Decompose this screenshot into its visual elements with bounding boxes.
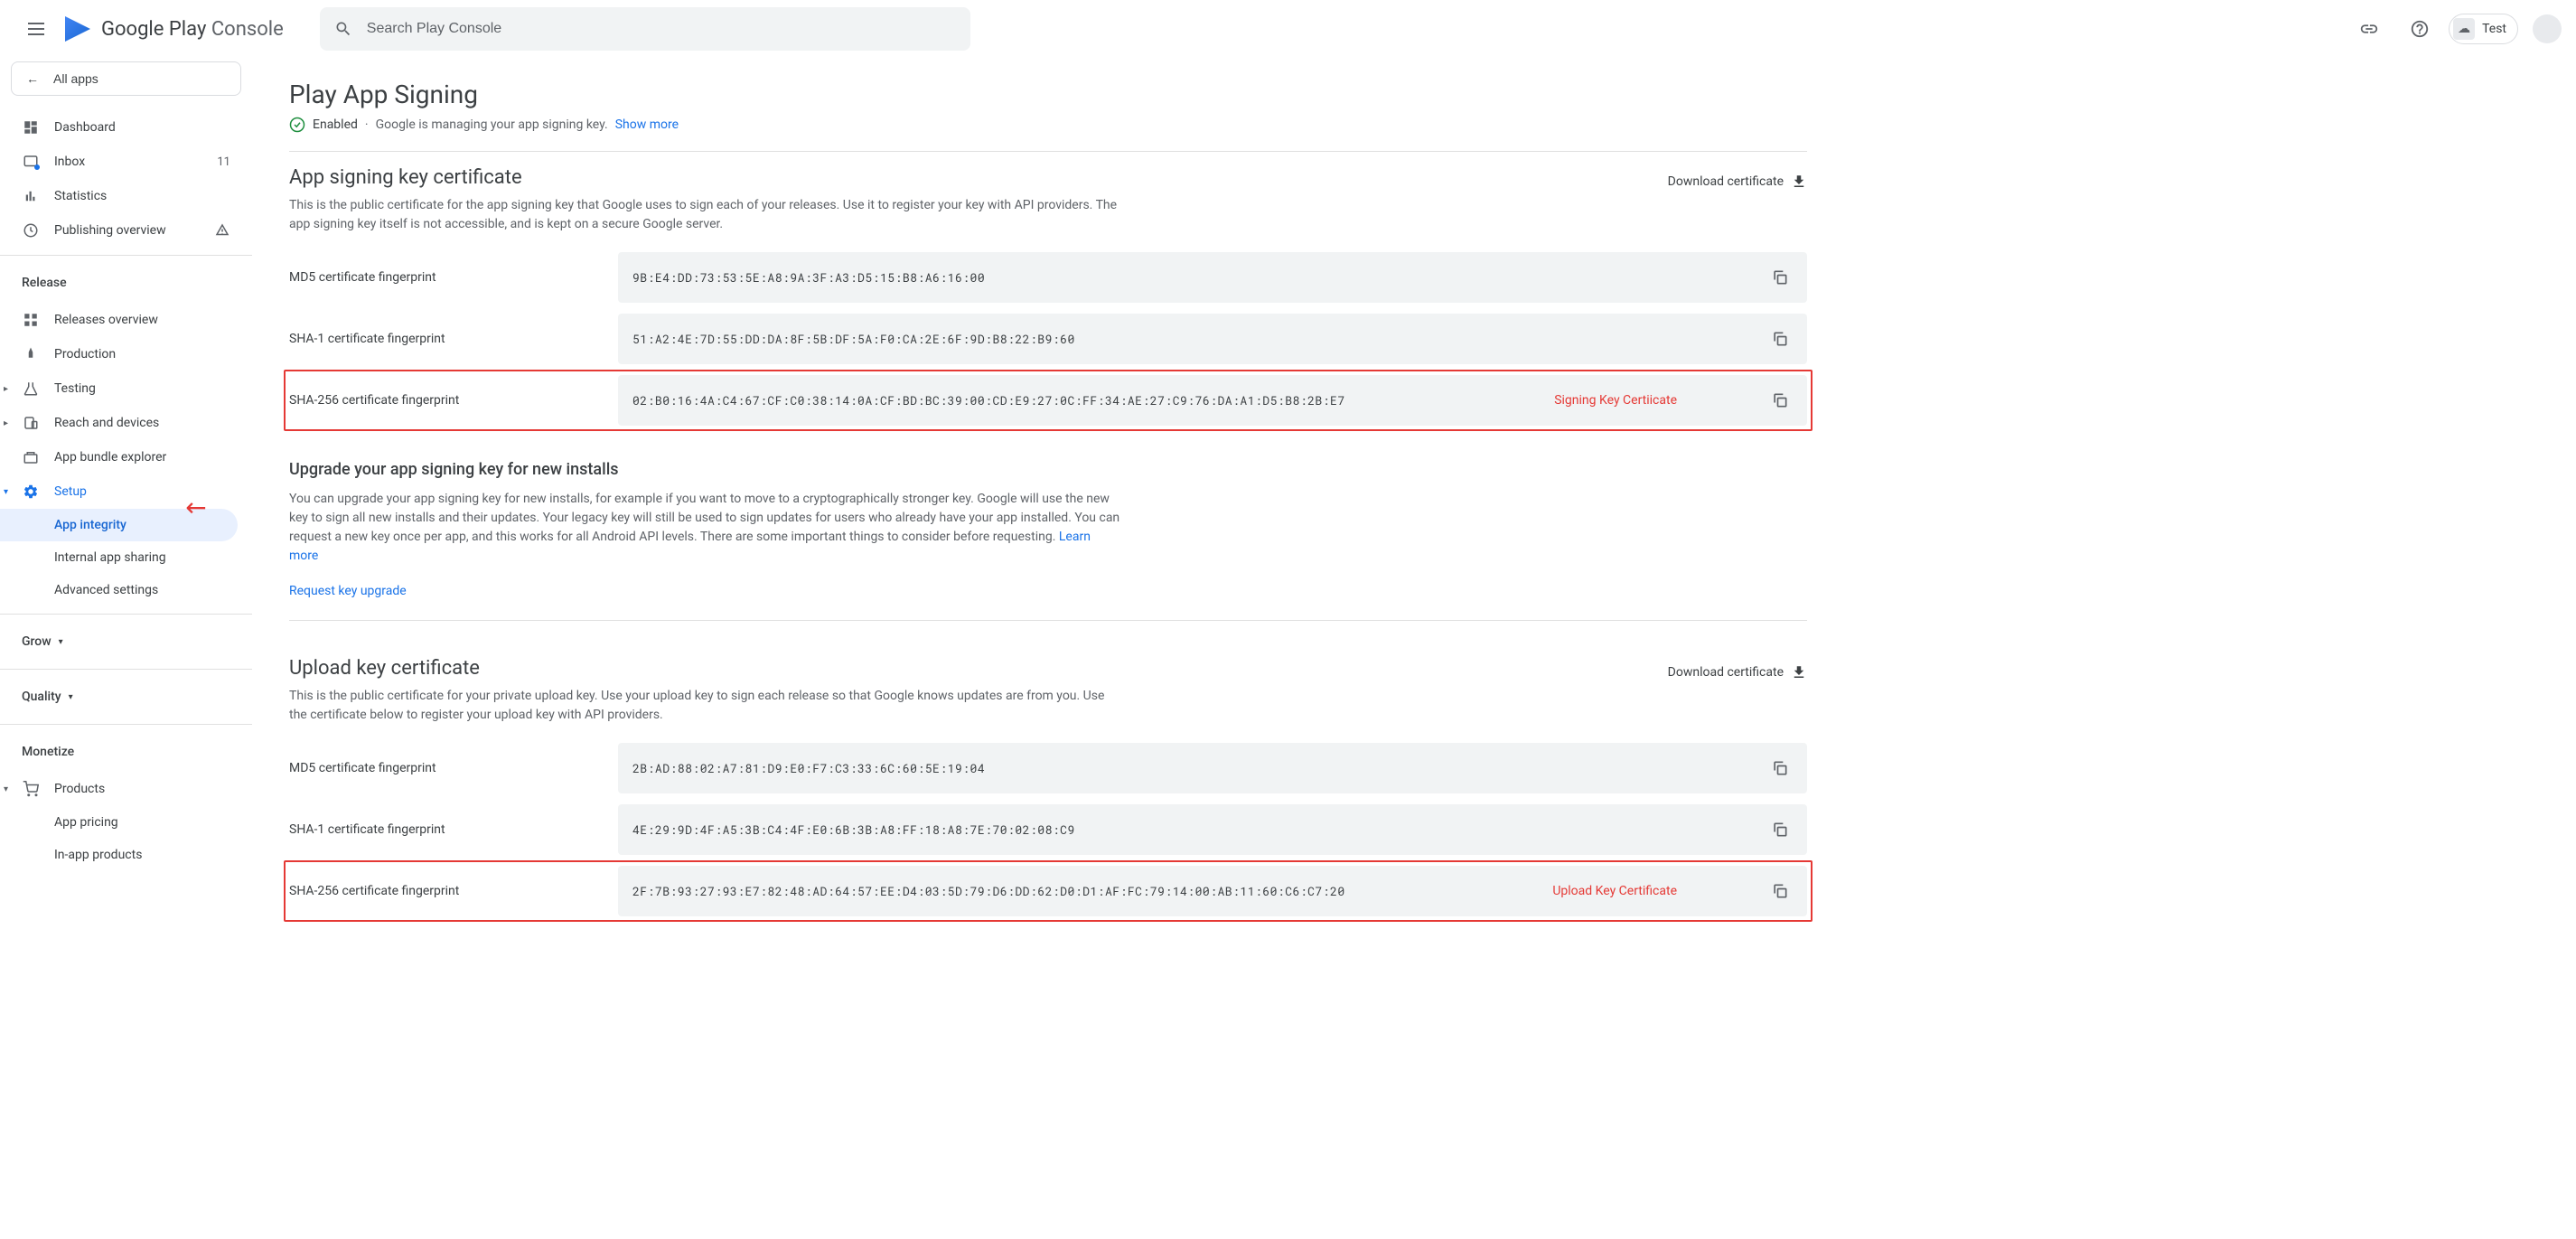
rocket-icon [22, 346, 40, 362]
search-box[interactable] [320, 7, 970, 51]
request-upgrade-link[interactable]: Request key upgrade [289, 584, 1807, 598]
flask-icon [22, 380, 40, 397]
search-icon [334, 20, 352, 38]
chevron-down-icon: ▾ [59, 637, 63, 647]
app-selector[interactable]: ☁ Test [2449, 14, 2518, 44]
chevron-down-icon: ▾ [4, 784, 8, 794]
md5-row: MD5 certificate fingerprint 9B:E4:DD:73:… [289, 252, 1807, 303]
back-all-apps[interactable]: ← All apps [11, 61, 241, 96]
sidebar-item-testing[interactable]: ▸ Testing [0, 371, 252, 406]
play-icon [65, 16, 90, 42]
sidebar-item-releases-overview[interactable]: Releases overview [0, 303, 252, 337]
dashboard-icon [22, 119, 40, 136]
copy-button[interactable] [1767, 817, 1793, 842]
sidebar-item-production[interactable]: Production [0, 337, 252, 371]
menu-icon [28, 23, 44, 35]
upload-highlight: SHA-256 certificate fingerprint 2F:7B:93… [284, 860, 1813, 922]
upload-cert-title: Upload key certificate [289, 657, 1120, 680]
notification-dot [34, 164, 40, 170]
copy-button[interactable] [1767, 878, 1793, 904]
warning-icon [214, 222, 230, 239]
upload-sha1-row: SHA-1 certificate fingerprint 4E:29:9D:4… [289, 804, 1807, 855]
bundle-icon [22, 449, 40, 465]
status-desc: Google is managing your app signing key. [376, 117, 608, 132]
link-icon-button[interactable] [2347, 7, 2391, 51]
signing-cert-desc: This is the public certificate for the a… [289, 196, 1120, 234]
cart-icon [22, 781, 40, 797]
show-more-link[interactable]: Show more [615, 117, 679, 132]
publishing-icon [22, 222, 40, 239]
sidebar-item-internal-sharing[interactable]: Internal app sharing [0, 541, 238, 574]
signing-annotation: Signing Key Certiicate [1554, 393, 1677, 408]
menu-button[interactable] [14, 7, 58, 51]
chevron-down-icon: ▾ [4, 487, 8, 497]
sidebar-item-bundle[interactable]: App bundle explorer [0, 440, 252, 474]
upload-sha256-value: 2F:7B:93:27:93:E7:82:48:AD:64:57:EE:D4:0… [632, 883, 1552, 899]
status-enabled: Enabled [313, 117, 358, 132]
logo[interactable]: Google Play Console [65, 16, 284, 42]
md5-value: 9B:E4:DD:73:53:5E:A8:9A:3F:A3:D5:15:B8:A… [632, 269, 1767, 286]
upgrade-title: Upgrade your app signing key for new ins… [289, 460, 1807, 479]
upgrade-desc: You can upgrade your app signing key for… [289, 490, 1120, 566]
search-input[interactable] [367, 21, 956, 37]
chevron-right-icon: ▸ [4, 418, 8, 428]
sidebar-item-advanced[interactable]: Advanced settings [0, 574, 238, 606]
sidebar: ← All apps Dashboard Inbox 11 Statistics… [0, 58, 253, 963]
upload-annotation: Upload Key Certificate [1552, 884, 1677, 898]
chevron-down-icon: ▾ [69, 692, 73, 702]
help-icon-button[interactable] [2398, 7, 2441, 51]
upload-sha1-value: 4E:29:9D:4F:A5:3B:C4:4F:E0:6B:3B:A8:FF:1… [632, 821, 1767, 838]
gear-icon [22, 483, 40, 500]
devices-icon [22, 415, 40, 431]
signing-highlight: SHA-256 certificate fingerprint 02:B0:16… [284, 370, 1813, 431]
sidebar-section-quality[interactable]: Quality ▾ [0, 677, 252, 717]
sha1-row: SHA-1 certificate fingerprint 51:A2:4E:7… [289, 314, 1807, 364]
overview-icon [22, 312, 40, 328]
copy-button[interactable] [1767, 756, 1793, 781]
download-icon [1791, 664, 1807, 681]
status-row: Enabled · Google is managing your app si… [289, 117, 1807, 152]
sidebar-section-grow[interactable]: Grow ▾ [0, 622, 252, 662]
upload-md5-row: MD5 certificate fingerprint 2B:AD:88:02:… [289, 743, 1807, 793]
logo-text: Google Play Console [101, 18, 284, 41]
cloud-icon: ☁ [2453, 18, 2475, 40]
sidebar-item-statistics[interactable]: Statistics [0, 179, 252, 213]
sidebar-section-monetize: Monetize [0, 732, 252, 772]
download-icon [1791, 174, 1807, 190]
app-name: Test [2482, 22, 2506, 36]
upload-cert-desc: This is the public certificate for your … [289, 687, 1120, 725]
arrow-left-icon: ← [26, 71, 39, 86]
sidebar-item-dashboard[interactable]: Dashboard [0, 110, 252, 145]
check-icon [289, 117, 305, 133]
avatar[interactable] [2533, 14, 2562, 43]
sidebar-item-products[interactable]: ▾ Products [0, 772, 252, 806]
sha1-value: 51:A2:4E:7D:55:DD:DA:8F:5B:DF:5A:F0:CA:2… [632, 331, 1767, 347]
stats-icon [22, 188, 40, 204]
sidebar-item-in-app[interactable]: In-app products [0, 839, 238, 871]
signing-cert-title: App signing key certificate [289, 166, 1120, 189]
sidebar-item-inbox[interactable]: Inbox 11 [0, 145, 252, 179]
page-title: Play App Signing [289, 58, 1807, 117]
header: Google Play Console ☁ Test [0, 0, 2576, 58]
copy-button[interactable] [1767, 326, 1793, 352]
download-upload-cert[interactable]: Download certificate [1668, 657, 1807, 688]
copy-button[interactable] [1767, 388, 1793, 413]
sha256-value: 02:B0:16:4A:C4:67:CF:C0:38:14:0A:CF:BD:B… [632, 392, 1554, 408]
sidebar-item-publishing[interactable]: Publishing overview [0, 213, 252, 248]
download-signing-cert[interactable]: Download certificate [1668, 166, 1807, 197]
sidebar-item-app-pricing[interactable]: App pricing [0, 806, 238, 839]
upload-md5-value: 2B:AD:88:02:A7:81:D9:E0:F7:C3:33:6C:60:5… [632, 760, 1767, 776]
sidebar-section-release: Release [0, 263, 252, 303]
copy-button[interactable] [1767, 265, 1793, 290]
header-right: ☁ Test [2347, 7, 2562, 51]
main-content: Play App Signing Enabled · Google is man… [253, 58, 1843, 963]
chevron-right-icon: ▸ [4, 384, 8, 394]
sidebar-item-reach[interactable]: ▸ Reach and devices [0, 406, 252, 440]
